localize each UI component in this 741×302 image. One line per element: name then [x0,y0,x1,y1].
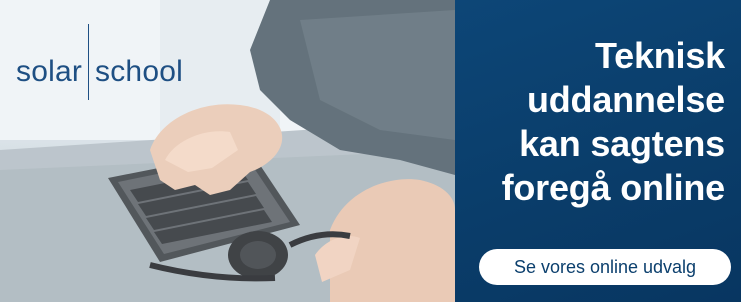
see-online-selection-button[interactable]: Se vores online udvalg [479,249,731,285]
logo-word-school: school [95,55,183,88]
ad-banner[interactable]: solar school Teknisk uddannelse kan sagt… [0,0,741,302]
headline-line-1: Teknisk [595,35,725,76]
hero-photo-illustration [0,0,455,302]
logo-word-solar: solar [16,55,83,88]
headline-line-4: foregå online [501,167,726,208]
hero-photo [0,0,455,302]
headline-line-3: kan sagtens [519,123,725,164]
logo-divider [88,24,90,100]
headline: Teknisk uddannelse kan sagtens foregå on… [455,34,726,210]
solar-school-logo[interactable]: solar school [16,24,183,100]
headline-line-2: uddannelse [526,79,725,120]
